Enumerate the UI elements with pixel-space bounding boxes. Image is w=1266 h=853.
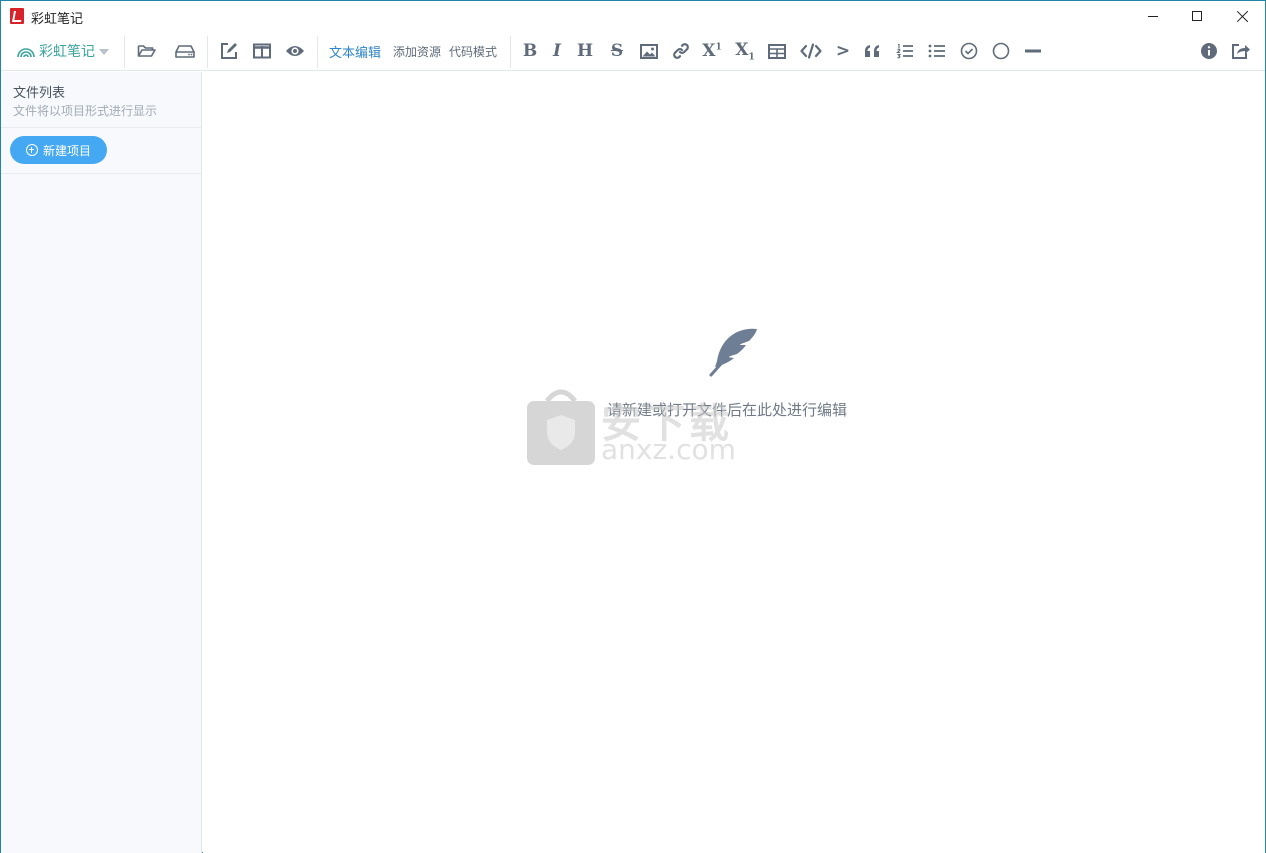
sidebar-actions: 新建项目 xyxy=(1,128,201,174)
code-block-button[interactable] xyxy=(799,39,823,63)
unordered-list-icon xyxy=(928,44,945,58)
subscript-button[interactable]: X1 xyxy=(733,39,757,63)
empty-state-hint: 请新建或打开文件后在此处进行编辑 xyxy=(607,401,848,419)
unordered-list-button[interactable] xyxy=(925,39,949,63)
toolbar-divider xyxy=(207,36,208,68)
editor-area[interactable]: 请新建或打开文件后在此处进行编辑 xyxy=(203,72,1265,853)
file-sidebar: 文件列表 文件将以项目形式进行显示 新建项目 xyxy=(1,72,202,853)
title-bar[interactable]: 彩虹笔记 xyxy=(1,1,1265,31)
open-folder-button[interactable] xyxy=(135,39,159,63)
circle-icon xyxy=(992,42,1010,60)
code-icon xyxy=(800,43,822,59)
arrow-button[interactable]: > xyxy=(831,39,855,63)
brand-label: 彩虹笔记 xyxy=(39,44,95,60)
horizontal-rule-button[interactable] xyxy=(1021,39,1045,63)
maximize-button[interactable] xyxy=(1174,1,1220,31)
strikethrough-icon: S xyxy=(610,41,624,61)
strikethrough-button[interactable]: S xyxy=(605,39,629,63)
maximize-icon xyxy=(1192,11,1202,21)
superscript-button[interactable]: X1 xyxy=(700,39,724,63)
insert-image-button[interactable] xyxy=(637,39,661,63)
info-button[interactable] xyxy=(1197,39,1221,63)
info-icon xyxy=(1201,43,1217,59)
split-view-button[interactable] xyxy=(250,39,274,63)
arrow-icon: > xyxy=(835,41,851,61)
heading-button[interactable]: H xyxy=(573,39,597,63)
toolbar: 彩虹笔记 文本编辑 添加资源 代码模式 B I H S X1 X1 > xyxy=(1,31,1265,71)
insert-table-button[interactable] xyxy=(765,39,789,63)
toolbar-divider xyxy=(510,36,511,68)
tab-code-mode[interactable]: 代码模式 xyxy=(449,43,497,60)
tab-add-resource[interactable]: 添加资源 xyxy=(393,43,441,60)
italic-button[interactable]: I xyxy=(545,39,569,63)
sidebar-header: 文件列表 文件将以项目形式进行显示 xyxy=(1,72,201,128)
insert-link-button[interactable] xyxy=(669,39,693,63)
new-project-label: 新建项目 xyxy=(42,143,91,158)
window-title: 彩虹笔记 xyxy=(31,12,84,27)
minimize-icon xyxy=(1148,15,1158,17)
close-button[interactable] xyxy=(1220,1,1266,31)
table-icon xyxy=(768,43,786,59)
horizontal-rule-icon xyxy=(1025,49,1041,53)
link-icon xyxy=(673,43,689,59)
ordered-list-icon xyxy=(896,43,913,59)
preview-eye-icon xyxy=(286,46,304,56)
app-logo-icon xyxy=(10,8,24,24)
superscript-icon: X1 xyxy=(702,41,722,61)
storage-button[interactable] xyxy=(173,39,197,63)
tab-text-edit[interactable]: 文本编辑 xyxy=(329,42,381,61)
share-icon xyxy=(1232,44,1250,59)
new-project-button[interactable]: 新建项目 xyxy=(10,136,107,164)
bold-icon: B xyxy=(522,41,538,61)
split-view-icon xyxy=(253,43,271,59)
edit-mode-button[interactable] xyxy=(217,39,241,63)
rainbow-icon xyxy=(17,48,35,58)
brand-menu[interactable]: 彩虹笔记 xyxy=(17,40,109,62)
task-unchecked-button[interactable] xyxy=(989,39,1013,63)
check-circle-icon xyxy=(960,42,978,60)
subscript-icon: X1 xyxy=(735,39,755,63)
sidebar-title: 文件列表 xyxy=(13,86,66,101)
edit-icon xyxy=(221,43,237,59)
hard-drive-icon xyxy=(175,45,195,58)
folder-open-icon xyxy=(137,45,156,57)
feather-icon xyxy=(709,328,757,377)
minimize-button[interactable] xyxy=(1130,1,1176,31)
ordered-list-button[interactable] xyxy=(893,39,917,63)
preview-button[interactable] xyxy=(283,39,307,63)
toolbar-divider xyxy=(124,36,125,68)
export-share-button[interactable] xyxy=(1229,39,1253,63)
image-icon xyxy=(640,43,658,59)
plus-circle-icon xyxy=(25,144,38,156)
task-checked-button[interactable] xyxy=(957,39,981,63)
italic-icon: I xyxy=(553,41,561,61)
sidebar-subtitle: 文件将以项目形式进行显示 xyxy=(13,104,158,118)
quote-icon xyxy=(865,45,879,57)
heading-icon: H xyxy=(576,41,594,61)
bold-button[interactable]: B xyxy=(518,39,542,63)
close-icon xyxy=(1237,10,1249,22)
quote-button[interactable] xyxy=(861,39,885,63)
app-window: 彩虹笔记 彩虹笔记 文本编辑 添加资源 代码模式 B I H S X1 X1 >… xyxy=(0,0,1266,853)
caret-down-icon xyxy=(99,49,109,55)
toolbar-divider xyxy=(317,36,318,68)
